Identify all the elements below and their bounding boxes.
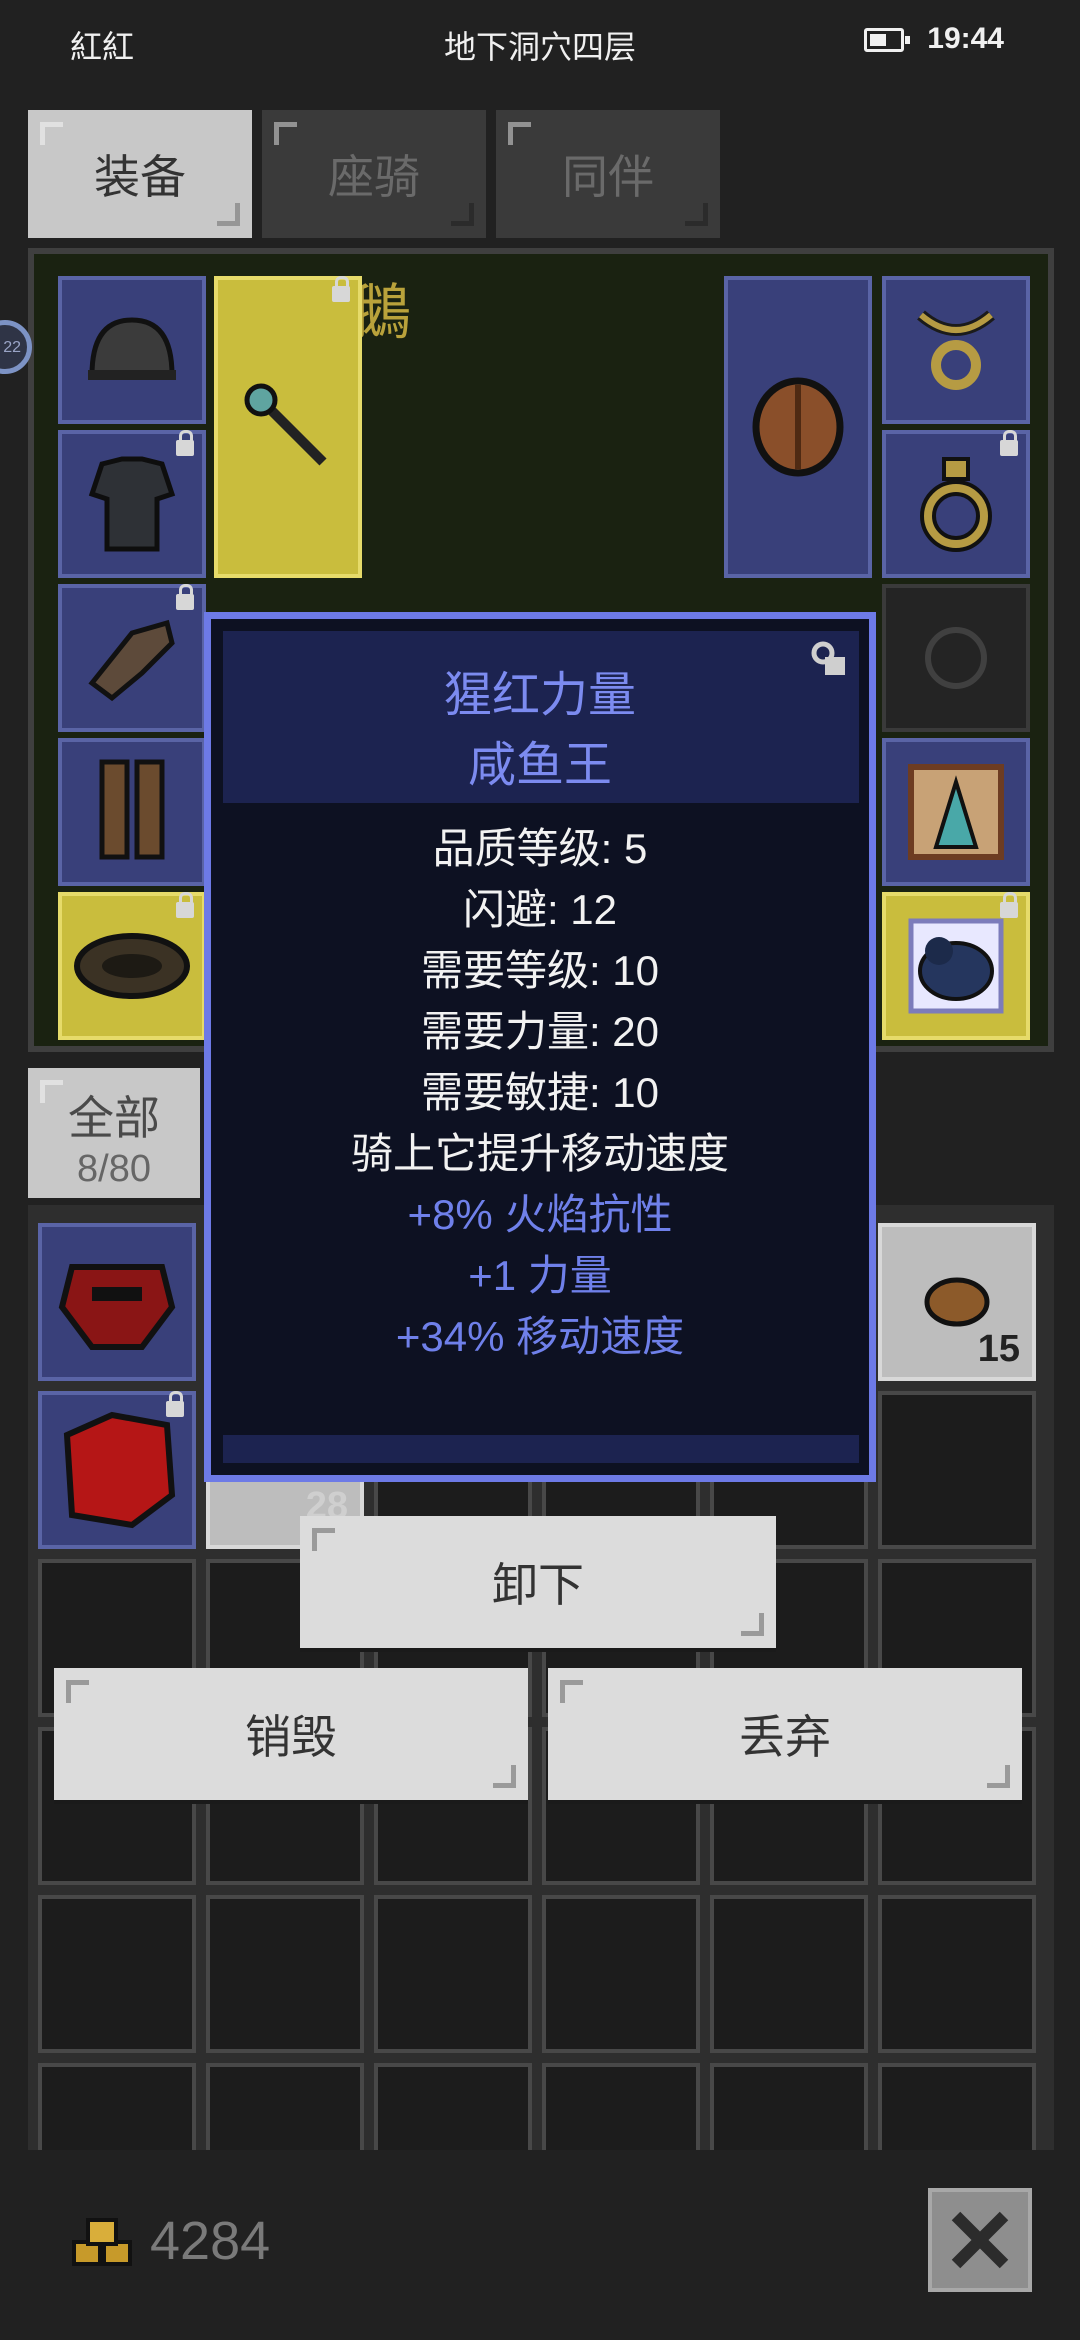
belt-icon <box>74 933 190 999</box>
shield-icon <box>752 377 844 477</box>
inventory-slot[interactable]: 15 <box>878 1223 1036 1381</box>
gold-coins-icon <box>72 2218 132 2266</box>
battery-icon <box>864 28 910 52</box>
amulet-icon <box>917 310 995 390</box>
stat-mount-description: 骑上它提升移动速度 <box>350 1130 729 1177</box>
tab-label: 座骑 <box>328 151 420 203</box>
drop-label: 丢弃 <box>739 1711 831 1763</box>
destroy-button[interactable]: 销毁 <box>54 1668 528 1800</box>
unequip-button[interactable]: 卸下 <box>300 1516 776 1648</box>
tab-companion[interactable]: 同伴 <box>496 110 720 238</box>
stat-required-level: 需要等级: 10 <box>420 947 660 994</box>
tooltip-item-title: 猩红力量 <box>443 669 636 722</box>
bird-mount-icon <box>908 918 1004 1014</box>
tab-label: 装备 <box>94 151 186 203</box>
tab-label: 同伴 <box>562 151 654 203</box>
clock: 19:44 <box>927 22 1004 55</box>
stat-required-strength: 需要力量: 20 <box>420 1008 660 1055</box>
inventory-slot[interactable] <box>38 1895 196 2053</box>
tab-mount[interactable]: 座骑 <box>262 110 486 238</box>
drop-button[interactable]: 丢弃 <box>548 1668 1022 1800</box>
inventory-slot[interactable] <box>206 2063 364 2150</box>
bonus-strength: +1 力量 <box>468 1252 612 1299</box>
category-tab-all[interactable]: 全部 8/80 <box>28 1068 200 1198</box>
inventory-slot[interactable] <box>710 1895 868 2053</box>
glove-icon <box>88 619 175 702</box>
inventory-slot[interactable] <box>38 2063 196 2150</box>
inventory-slot[interactable] <box>38 1223 196 1381</box>
status-bar: 紅紅 地下洞穴四层 19:44 <box>0 0 1080 90</box>
unequip-label: 卸下 <box>492 1559 584 1611</box>
chest-slot[interactable] <box>58 430 206 578</box>
shield-slot[interactable] <box>724 276 872 578</box>
close-icon <box>951 2211 1009 2269</box>
inventory-slot[interactable] <box>878 2063 1036 2150</box>
inventory-slot[interactable] <box>878 1895 1036 2053</box>
inventory-slot[interactable] <box>542 1895 700 2053</box>
inventory-slot[interactable] <box>542 2063 700 2150</box>
item-tooltip: 猩红力量 咸鱼王 品质等级: 5 闪避: 12 需要等级: 10 需要力量: 2… <box>204 612 876 1482</box>
red-mask-icon <box>58 1264 176 1350</box>
tooltip-footer <box>223 1435 859 1463</box>
stat-dodge: 闪避: 12 <box>462 886 618 933</box>
empty-ring-slot[interactable] <box>882 584 1030 732</box>
category-count: 8/80 <box>77 1148 151 1190</box>
gold-amount: 4284 <box>150 2211 271 2271</box>
ring-icon <box>920 457 992 552</box>
tab-equipment[interactable]: 装备 <box>28 110 252 238</box>
ring-slot[interactable] <box>882 430 1030 578</box>
helmet-slot[interactable] <box>58 276 206 424</box>
tooltip-item-name: 咸鱼王 <box>467 739 612 792</box>
cloak-slot[interactable] <box>882 738 1030 886</box>
lock-icon <box>1000 430 1018 456</box>
cloak-icon <box>908 764 1004 860</box>
bonus-fire-resist: +8% 火焰抗性 <box>407 1191 673 1238</box>
belt-slot[interactable] <box>58 892 206 1040</box>
destroy-label: 销毁 <box>245 1711 337 1763</box>
inventory-slot[interactable] <box>206 1895 364 2053</box>
inventory-slot[interactable] <box>374 1895 532 2053</box>
close-button[interactable] <box>928 2188 1032 2292</box>
bonus-move-speed: +34% 移动速度 <box>395 1313 685 1360</box>
inventory-slot[interactable] <box>710 2063 868 2150</box>
inventory-slot[interactable] <box>374 2063 532 2150</box>
empty-ring-icon <box>925 627 987 689</box>
lock-icon <box>332 276 350 302</box>
lock-icon <box>176 584 194 610</box>
lock-icon <box>176 430 194 456</box>
amulet-slot[interactable] <box>882 276 1030 424</box>
inventory-slot[interactable] <box>38 1391 196 1549</box>
weapon-icon <box>244 383 327 466</box>
red-armor-icon <box>63 1411 176 1529</box>
boots-slot[interactable] <box>58 738 206 886</box>
boots-icon <box>99 759 165 860</box>
chest-armor-icon <box>88 456 176 552</box>
stat-required-agility: 需要敏捷: 10 <box>420 1069 660 1116</box>
location-title: 地下洞穴四层 <box>443 29 636 65</box>
food-item-icon <box>924 1277 990 1327</box>
inventory-slot[interactable] <box>878 1391 1036 1549</box>
lock-icon <box>176 892 194 918</box>
weapon-slot[interactable] <box>214 276 362 578</box>
mount-slot[interactable] <box>882 892 1030 1040</box>
stat-quality: 品质等级: 5 <box>432 825 648 872</box>
stack-count: 15 <box>977 1328 1020 1370</box>
helmet-icon <box>88 317 176 380</box>
gloves-slot[interactable] <box>58 584 206 732</box>
